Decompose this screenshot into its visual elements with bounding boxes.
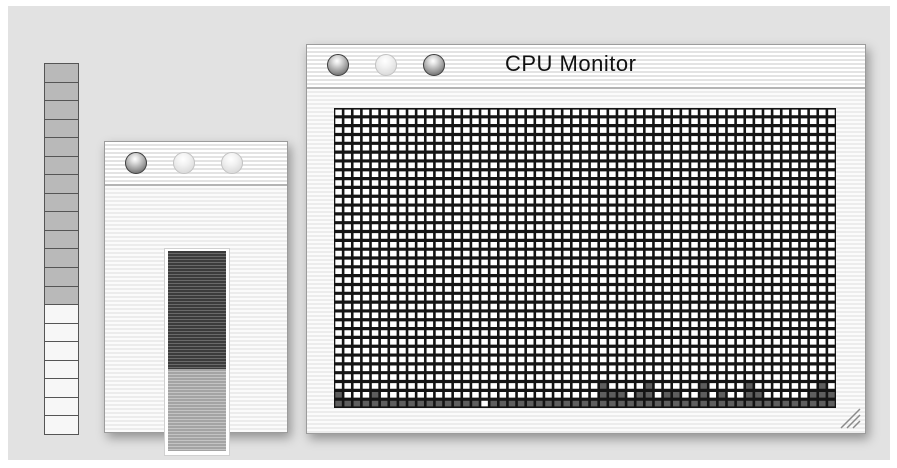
minimize-button[interactable] <box>375 54 397 76</box>
zoom-button[interactable] <box>423 54 445 76</box>
cpu-usage-bar <box>164 248 230 456</box>
cpu-history-graph <box>334 108 836 408</box>
cpu-history-bar <box>699 381 709 408</box>
minimize-button[interactable] <box>173 152 195 174</box>
meter-cell <box>45 342 78 360</box>
meter-cell <box>45 379 78 397</box>
window-title: CPU Monitor <box>505 51 637 76</box>
close-button[interactable] <box>327 54 349 76</box>
window-content <box>105 186 287 456</box>
meter-cell <box>45 193 78 212</box>
cpu-history-bar <box>744 381 754 408</box>
meter-cell <box>45 397 78 416</box>
meter-cell <box>45 64 78 82</box>
meter-cell <box>45 138 78 156</box>
meter-cell <box>45 230 78 249</box>
cpu-history-bar <box>817 381 827 408</box>
zoom-button[interactable] <box>221 152 243 174</box>
title-bar[interactable] <box>105 142 287 186</box>
cpu-usage-bar-idle <box>168 369 226 451</box>
cpu-level-meter <box>44 63 79 435</box>
meter-cell <box>45 156 78 175</box>
meter-cell <box>45 175 78 193</box>
meter-cell <box>45 305 78 323</box>
meter-cell <box>45 101 78 119</box>
resize-grip-icon[interactable] <box>837 405 861 429</box>
meter-cell <box>45 249 78 268</box>
cpu-monitor-window: CPU Monitor <box>306 44 866 434</box>
meter-cell <box>45 82 78 101</box>
cpu-usage-bar-window <box>104 141 288 456</box>
meter-cell <box>45 212 78 230</box>
cpu-history-bar <box>644 381 654 408</box>
meter-cell <box>45 360 78 379</box>
cpu-history-bar <box>598 381 608 408</box>
meter-cell <box>45 268 78 286</box>
meter-cell <box>45 323 78 342</box>
close-button[interactable] <box>125 152 147 174</box>
meter-cell <box>45 286 78 305</box>
window-content <box>307 89 865 433</box>
title-bar[interactable]: CPU Monitor <box>307 45 865 89</box>
desktop: CPU Monitor <box>0 0 897 468</box>
meter-cell <box>45 416 78 434</box>
cpu-usage-bar-used <box>168 251 226 369</box>
meter-cell <box>45 119 78 138</box>
